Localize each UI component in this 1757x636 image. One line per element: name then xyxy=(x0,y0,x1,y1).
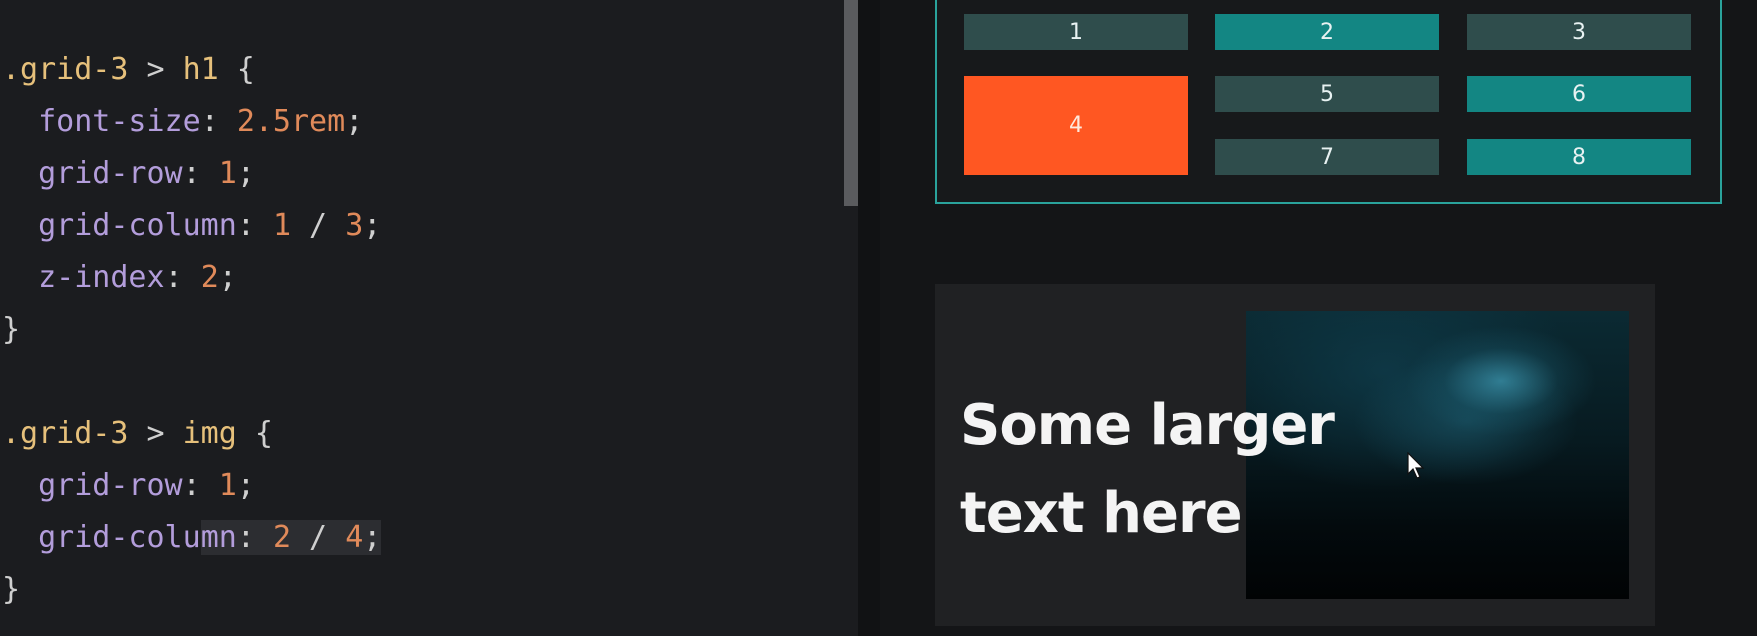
code-line[interactable]: } xyxy=(2,564,20,616)
code-token: : xyxy=(236,208,273,243)
code-token: img xyxy=(182,416,237,451)
code-token: z-index xyxy=(2,260,165,295)
code-token: 1 xyxy=(272,208,291,243)
code-token: grid-column xyxy=(2,208,237,243)
grid-cell-2: 2 xyxy=(1215,14,1439,50)
code-line[interactable]: .grid-3 > h1 { xyxy=(2,44,255,96)
card-heading-line-1: Some larger xyxy=(960,393,1335,458)
code-token: : xyxy=(200,104,237,139)
code-line[interactable]: font-size: 2.5rem; xyxy=(2,96,363,148)
code-token: grid-row xyxy=(2,468,183,503)
grid-cell-8: 8 xyxy=(1467,139,1691,175)
code-line[interactable]: .grid-3 > img { xyxy=(2,408,273,460)
card-heading-line-2: text here xyxy=(960,481,1243,546)
code-token: ; xyxy=(236,468,255,503)
code-token: / xyxy=(291,208,346,243)
code-token: } xyxy=(2,312,21,347)
code-line[interactable]: grid-row: 1; xyxy=(2,460,255,512)
code-token: 2 xyxy=(200,260,219,295)
grid-cell-5: 5 xyxy=(1215,76,1439,112)
code-token: ; xyxy=(345,104,364,139)
code-line[interactable]: } xyxy=(2,304,20,356)
editor-scrollbar-thumb[interactable] xyxy=(844,0,858,206)
code-token: 2.5rem xyxy=(236,104,346,139)
grid-3-card: Some larger text here xyxy=(935,284,1655,626)
grid-cell-1: 1 xyxy=(964,14,1188,50)
code-token: h1 xyxy=(182,52,219,87)
code-token: { xyxy=(218,52,255,87)
code-token: ; xyxy=(236,156,255,191)
code-token: > xyxy=(128,416,183,451)
code-token: ; xyxy=(363,520,382,555)
code-token: { xyxy=(236,416,273,451)
code-token: : xyxy=(236,520,273,555)
code-token: ; xyxy=(363,208,382,243)
code-token: ; xyxy=(218,260,237,295)
code-token: .grid-3 xyxy=(2,52,129,87)
grid-cell-3: 3 xyxy=(1467,14,1691,50)
code-token: grid-colu xyxy=(2,520,201,555)
code-token: / xyxy=(291,520,346,555)
code-token: .grid-3 xyxy=(2,416,129,451)
code-token: font-size xyxy=(2,104,201,139)
code-token: : xyxy=(164,260,201,295)
code-token: mn xyxy=(200,520,237,555)
app-window: .grid-3 > h1 { font-size: 2.5rem; grid-r… xyxy=(0,0,1757,636)
code-token: 4 xyxy=(345,520,364,555)
code-token: > xyxy=(128,52,183,87)
code-line[interactable]: grid-column: 2 / 4; xyxy=(2,512,382,564)
grid-cell-6: 6 xyxy=(1467,76,1691,112)
code-editor[interactable]: .grid-3 > h1 { font-size: 2.5rem; grid-r… xyxy=(0,0,858,636)
code-token: : xyxy=(182,156,219,191)
code-token: } xyxy=(2,572,21,607)
code-token: 2 xyxy=(272,520,291,555)
code-line[interactable]: grid-column: 1 / 3; xyxy=(2,200,381,252)
grid-cell-7: 7 xyxy=(1215,139,1439,175)
code-token: 1 xyxy=(218,156,237,191)
code-token: : xyxy=(182,468,219,503)
grid-example-container: 123 45678 xyxy=(935,0,1722,204)
code-token: grid-row xyxy=(2,156,183,191)
grid-cell-4: 4 xyxy=(964,76,1188,175)
pane-divider[interactable] xyxy=(858,0,880,636)
code-token: 3 xyxy=(345,208,364,243)
code-line[interactable]: grid-row: 1; xyxy=(2,148,255,200)
card-heading: Some larger text here xyxy=(960,382,1380,558)
browser-preview: 123 45678 Some larger text here xyxy=(880,0,1757,636)
code-line[interactable]: z-index: 2; xyxy=(2,252,237,304)
code-token: 1 xyxy=(218,468,237,503)
mouse-pointer-icon xyxy=(1407,452,1425,479)
